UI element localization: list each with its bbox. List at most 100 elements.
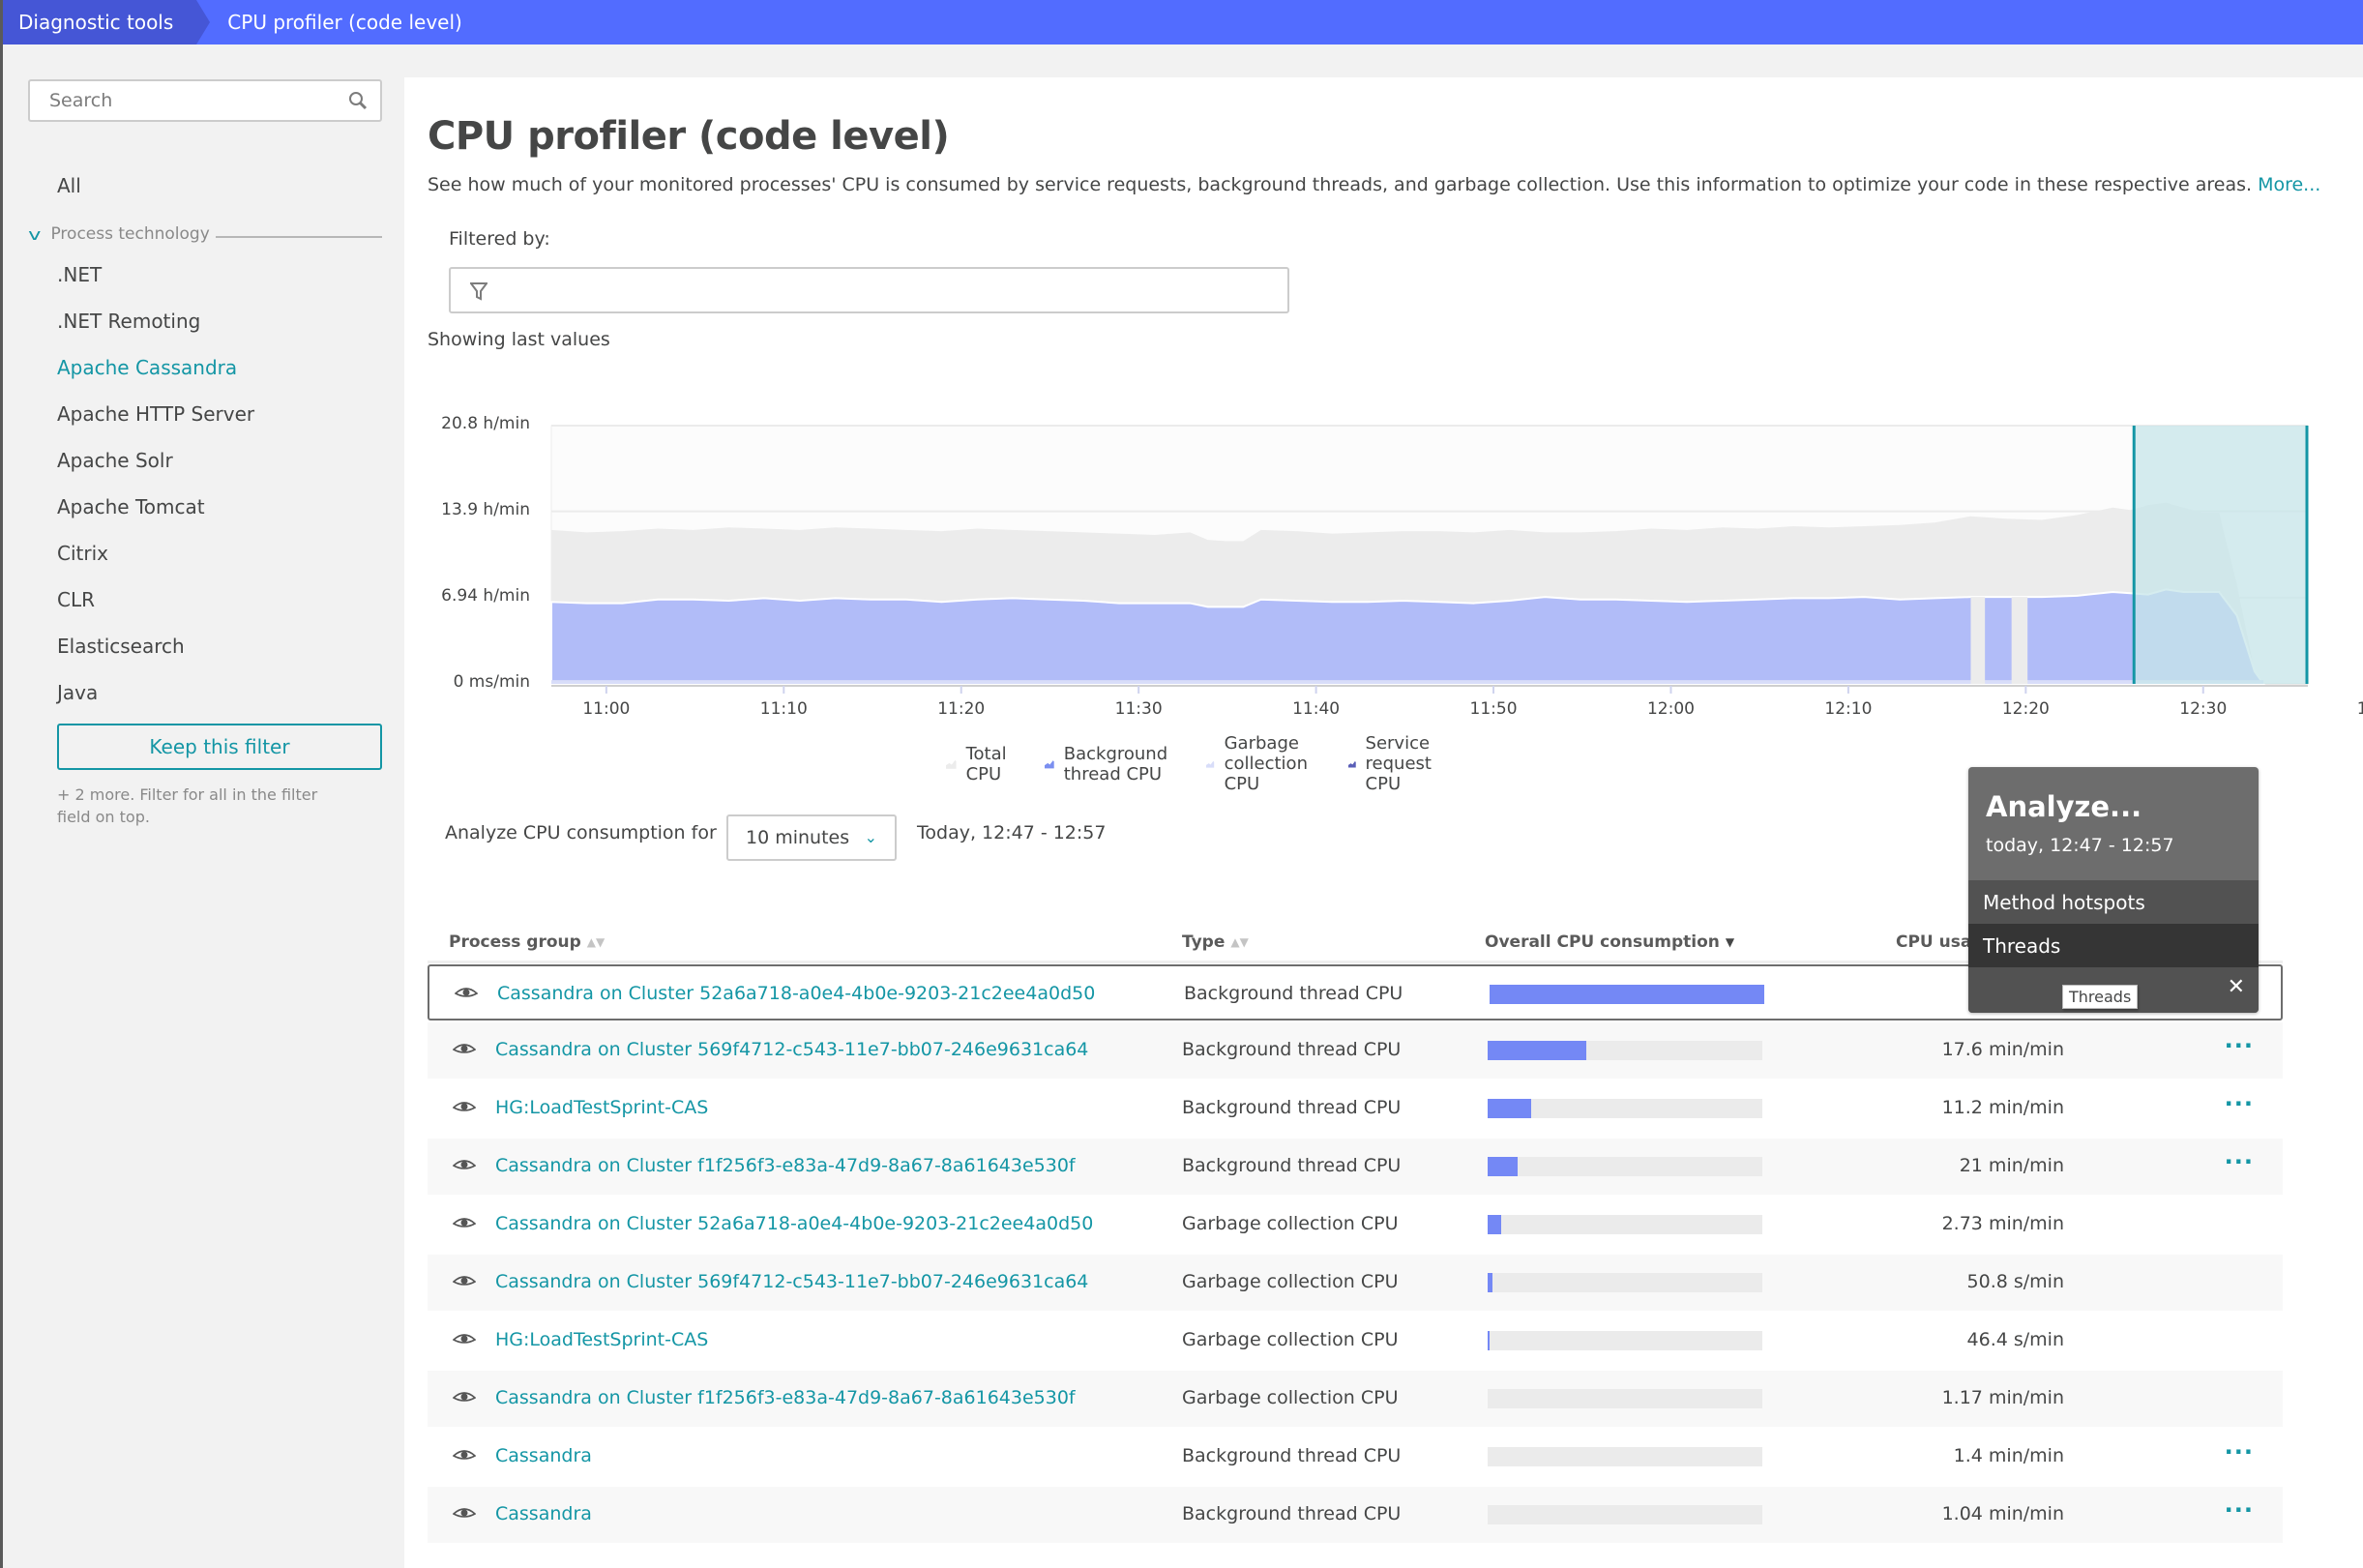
breadcrumb-label: CPU profiler (code level) bbox=[227, 11, 462, 34]
process-group-link[interactable]: HG:LoadTestSprint-CAS bbox=[495, 1097, 708, 1118]
sidebar-item[interactable]: .NET Remoting bbox=[57, 310, 200, 333]
process-technology-group[interactable]: v Process technology bbox=[28, 224, 382, 244]
more-actions-icon[interactable]: ··· bbox=[2225, 1032, 2254, 1059]
popup-subtitle: today, 12:47 - 12:57 bbox=[1986, 835, 2174, 856]
column-label: Process group bbox=[449, 932, 581, 952]
cpu-usage-value: 2.73 min/min bbox=[1941, 1213, 2064, 1234]
sidebar-item[interactable]: Elasticsearch bbox=[57, 635, 185, 658]
search-input[interactable]: Search bbox=[28, 79, 382, 122]
sidebar-item[interactable]: .NET bbox=[57, 263, 102, 286]
tooltip: Threads bbox=[2062, 985, 2139, 1009]
x-tick-label: 11:20 bbox=[937, 699, 986, 719]
table-row[interactable]: Cassandra on Cluster 52a6a718-a0e4-4b0e-… bbox=[428, 1197, 2283, 1253]
table-row[interactable]: HG:LoadTestSprint-CAS Background thread C… bbox=[428, 1080, 2283, 1137]
cpu-share-bar bbox=[1488, 1389, 1762, 1408]
cpu-share-bar bbox=[1488, 1099, 1762, 1118]
method-hotspots-option[interactable]: Method hotspots bbox=[1968, 880, 2259, 924]
process-icon bbox=[453, 1276, 476, 1286]
sidebar-item[interactable]: Apache Solr bbox=[57, 449, 173, 472]
keep-filter-button[interactable]: Keep this filter bbox=[57, 724, 382, 770]
more-actions-icon[interactable]: ··· bbox=[2225, 1496, 2254, 1524]
process-icon bbox=[453, 1392, 476, 1402]
sidebar-item[interactable]: Apache Tomcat bbox=[57, 495, 205, 518]
process-group-link[interactable]: Cassandra bbox=[495, 1445, 592, 1466]
sidebar-item[interactable]: Java bbox=[57, 681, 98, 704]
sidebar-item-all[interactable]: All bbox=[57, 174, 81, 197]
sidebar-item[interactable]: CLR bbox=[57, 588, 95, 611]
process-group-link[interactable]: Cassandra on Cluster f1f256f3-e83a-47d9-… bbox=[495, 1387, 1076, 1408]
table-row[interactable]: Cassandra Background thread CPU 1.4 min/mi… bbox=[428, 1429, 2283, 1485]
legend-item[interactable]: Garbage collection CPU bbox=[1206, 733, 1316, 794]
sidebar: Search All v Process technology .NET .NET… bbox=[0, 44, 402, 1568]
filter-note: + 2 more. Filter for all in the filter f… bbox=[57, 785, 318, 826]
selection-range bbox=[2134, 426, 2308, 684]
process-group-link[interactable]: Cassandra bbox=[495, 1503, 592, 1524]
process-icon bbox=[453, 1160, 476, 1169]
more-actions-icon[interactable]: ··· bbox=[2225, 1148, 2254, 1175]
table-row[interactable]: HG:LoadTestSprint-CAS Garbage collection … bbox=[428, 1313, 2283, 1369]
legend-item[interactable]: Service request CPU bbox=[1347, 733, 1441, 794]
process-icon bbox=[453, 1450, 476, 1460]
legend-area-icon bbox=[1206, 760, 1215, 768]
main-panel: CPU profiler (code level) See how much o… bbox=[404, 77, 2363, 1568]
data-gap bbox=[1970, 597, 1986, 684]
analyze-popup: Analyze... today, 12:47 - 12:57 Method h… bbox=[1968, 767, 2259, 1013]
cpu-share-bar bbox=[1488, 1331, 1762, 1350]
breadcrumb-label: Diagnostic tools bbox=[18, 11, 174, 34]
option-label: Threads bbox=[1983, 933, 2061, 958]
legend-area-icon bbox=[1347, 760, 1356, 767]
column-overall-cpu[interactable]: Overall CPU consumption ▼ bbox=[1485, 932, 1734, 952]
sidebar-item[interactable]: Apache HTTP Server bbox=[57, 402, 254, 426]
column-type[interactable]: Type ▲▼ bbox=[1182, 932, 1249, 952]
breadcrumb-cpu-profiler[interactable]: CPU profiler (code level) bbox=[196, 0, 462, 44]
process-group-link[interactable]: Cassandra on Cluster f1f256f3-e83a-47d9-… bbox=[495, 1155, 1076, 1176]
legend-area-icon bbox=[946, 759, 957, 769]
x-tick-label: 12:40 bbox=[2356, 699, 2363, 719]
analyze-label: Analyze CPU consumption for bbox=[445, 822, 717, 843]
legend-area-icon bbox=[1045, 759, 1054, 768]
option-label: Method hotspots bbox=[1983, 890, 2145, 914]
cpu-type: Background thread CPU bbox=[1182, 1155, 1402, 1176]
more-actions-icon[interactable]: ··· bbox=[2225, 1090, 2254, 1117]
cpu-usage-value: 50.8 s/min bbox=[1966, 1271, 2064, 1292]
process-group-link[interactable]: Cassandra on Cluster 52a6a718-a0e4-4b0e-… bbox=[495, 1213, 1093, 1234]
table-row[interactable]: Cassandra Background thread CPU 1.04 min/m… bbox=[428, 1487, 2283, 1543]
x-tick-label: 12:10 bbox=[1824, 699, 1873, 719]
cpu-usage-value: 1.17 min/min bbox=[1941, 1387, 2064, 1408]
breadcrumb-diagnostic-tools[interactable]: Diagnostic tools bbox=[3, 0, 211, 44]
x-tick-label: 12:30 bbox=[2179, 699, 2228, 719]
area-garbage-collection-cpu bbox=[551, 680, 2264, 684]
sort-icon: ▲▼ bbox=[586, 935, 606, 949]
table-row[interactable]: Cassandra on Cluster f1f256f3-e83a-47d9-… bbox=[428, 1371, 2283, 1427]
cpu-share-bar bbox=[1488, 1447, 1762, 1466]
table-row[interactable]: Cassandra on Cluster 569f4712-c543-11e7-… bbox=[428, 1022, 2283, 1079]
process-group-link[interactable]: Cassandra on Cluster 569f4712-c543-11e7-… bbox=[495, 1271, 1088, 1292]
legend-item[interactable]: Total CPU bbox=[946, 733, 1014, 794]
table-row[interactable]: Cassandra on Cluster 569f4712-c543-11e7-… bbox=[428, 1255, 2283, 1311]
column-process-group[interactable]: Process group ▲▼ bbox=[449, 932, 605, 952]
popup-title: Analyze... bbox=[1986, 790, 2142, 823]
legend-label: Service request CPU bbox=[1365, 733, 1432, 794]
process-group-link[interactable]: HG:LoadTestSprint-CAS bbox=[495, 1329, 708, 1350]
more-actions-icon[interactable]: ··· bbox=[2225, 1438, 2254, 1465]
cpu-type: Garbage collection CPU bbox=[1182, 1213, 1399, 1234]
process-group-link[interactable]: Cassandra on Cluster 52a6a718-a0e4-4b0e-… bbox=[497, 983, 1095, 1004]
close-icon[interactable]: ✕ bbox=[2228, 975, 2245, 999]
x-tick-label: 11:30 bbox=[1114, 699, 1163, 719]
cpu-usage-value: 1.04 min/min bbox=[1941, 1503, 2064, 1524]
table-row[interactable]: Cassandra on Cluster f1f256f3-e83a-47d9-… bbox=[428, 1139, 2283, 1195]
legend-item[interactable]: Background thread CPU bbox=[1045, 733, 1175, 794]
sidebar-item[interactable]: Apache Cassandra bbox=[57, 356, 237, 379]
process-icon bbox=[453, 1508, 476, 1518]
sidebar-item[interactable]: Citrix bbox=[57, 542, 108, 565]
duration-select[interactable]: 10 minutes ⌄ bbox=[726, 814, 897, 861]
process-group-link[interactable]: Cassandra on Cluster 569f4712-c543-11e7-… bbox=[495, 1039, 1088, 1060]
threads-option[interactable]: Threads bbox=[1968, 924, 2259, 967]
cpu-type: Background thread CPU bbox=[1182, 1039, 1402, 1060]
cpu-share-fill bbox=[1488, 1273, 1493, 1292]
search-icon[interactable] bbox=[347, 90, 369, 111]
cpu-type: Background thread CPU bbox=[1182, 1445, 1402, 1466]
cpu-usage-value: 11.2 min/min bbox=[1941, 1097, 2064, 1118]
cpu-share-bar bbox=[1488, 1273, 1762, 1292]
process-icon bbox=[453, 1102, 476, 1111]
